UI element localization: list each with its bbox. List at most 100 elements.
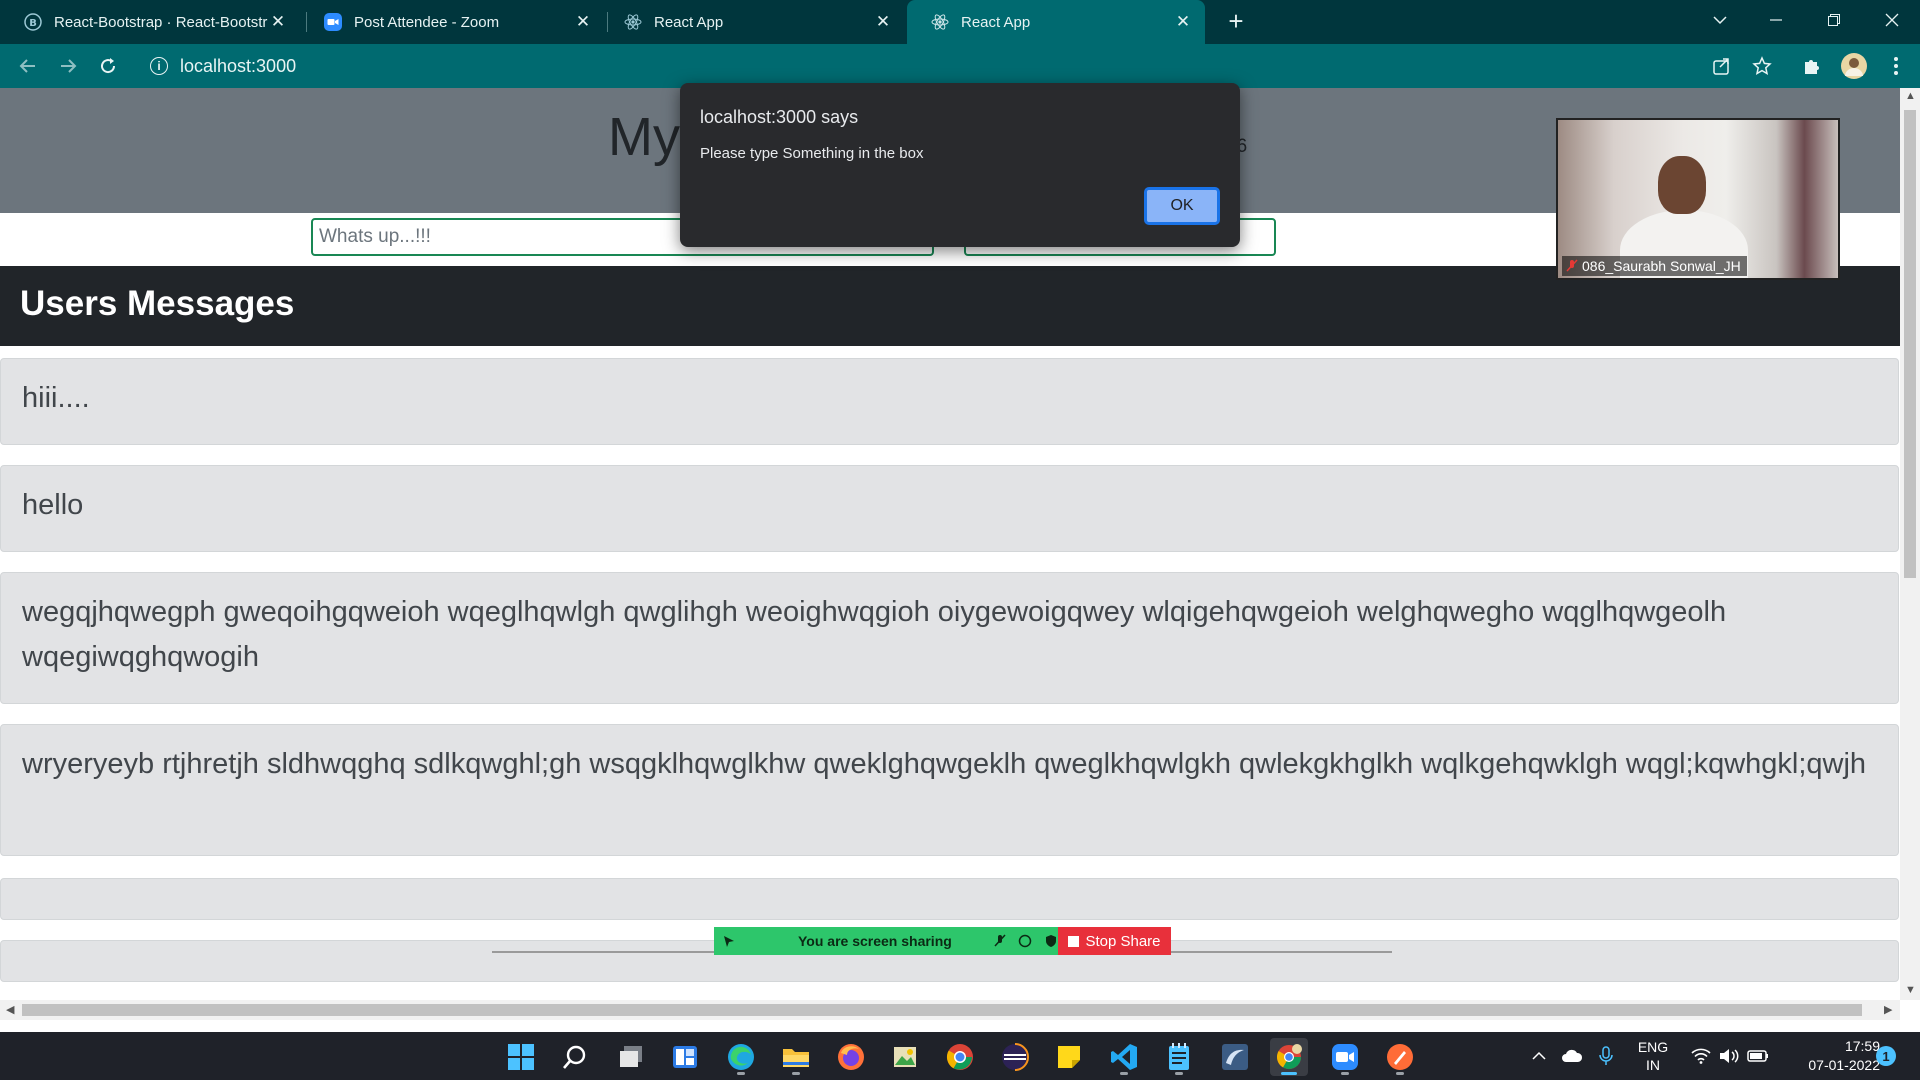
tab-title: React App: [654, 13, 724, 31]
reload-button[interactable]: [94, 52, 122, 80]
edge-icon[interactable]: [722, 1038, 760, 1076]
participant-head: [1658, 156, 1706, 214]
message-card: wegqjhqwegph gweqoihgqweioh wqeglhqwlgh …: [0, 572, 1899, 704]
scroll-up-arrow-icon[interactable]: ▲: [1905, 90, 1916, 102]
stop-share-label: Stop Share: [1085, 932, 1161, 950]
restore-button[interactable]: [1806, 0, 1862, 40]
zoom-icon: [324, 13, 342, 31]
tab-react-app-active[interactable]: React App ✕: [907, 0, 1205, 44]
message-card: [0, 878, 1899, 920]
url-text: localhost:3000: [180, 55, 297, 76]
message-card: hiii....: [0, 358, 1899, 445]
zoom-video-thumbnail[interactable]: 086_Saurabh Sonwal_JH: [1556, 118, 1840, 280]
battery-icon[interactable]: [1744, 1032, 1772, 1080]
participant-name: 086_Saurabh Sonwal_JH: [1582, 258, 1741, 274]
site-info-icon[interactable]: i: [150, 57, 168, 75]
file-explorer-icon[interactable]: [777, 1038, 815, 1076]
language-indicator[interactable]: ENG IN: [1626, 1032, 1680, 1080]
running-indicator: [1341, 1072, 1349, 1075]
alert-ok-button[interactable]: OK: [1144, 187, 1220, 225]
scroll-down-arrow-icon[interactable]: ▼: [1905, 984, 1916, 996]
svg-text:B: B: [29, 18, 37, 29]
tab-close-icon[interactable]: ✕: [873, 12, 893, 32]
close-window-button[interactable]: [1864, 0, 1920, 40]
tab-title: React-Bootstrap · React-Bootstrap: [54, 13, 268, 31]
eclipse-icon[interactable]: [996, 1038, 1034, 1076]
notification-count: 1: [1876, 1046, 1896, 1066]
react-icon: [931, 13, 949, 31]
drag-handle-icon[interactable]: [722, 934, 736, 948]
tab-react-bootstrap[interactable]: B React-Bootstrap · React-Bootstrap ✕: [0, 0, 300, 44]
users-messages-title: Users Messages: [20, 284, 295, 323]
share-status: You are screen sharing: [714, 927, 1058, 955]
image-editor-icon[interactable]: [886, 1038, 924, 1076]
vertical-scrollbar[interactable]: ▲ ▼: [1900, 88, 1920, 1000]
stop-icon: [1068, 935, 1080, 947]
shield-icon[interactable]: [1044, 934, 1058, 948]
share-icon[interactable]: [1710, 54, 1734, 78]
notepad-icon[interactable]: [1160, 1038, 1198, 1076]
language-code: ENG: [1637, 1039, 1669, 1055]
minimize-button[interactable]: [1748, 0, 1804, 40]
horizontal-scroll-thumb[interactable]: [22, 1004, 1862, 1016]
widgets-icon[interactable]: [666, 1038, 704, 1076]
vscode-icon[interactable]: [1105, 1038, 1143, 1076]
region-code: IN: [1646, 1057, 1660, 1073]
show-hidden-icons-chevron[interactable]: [1528, 1032, 1550, 1080]
new-tab-button[interactable]: +: [1222, 8, 1250, 36]
zoom-icon[interactable]: [1326, 1038, 1364, 1076]
participant-name-label: 086_Saurabh Sonwal_JH: [1562, 256, 1747, 276]
stop-share-button[interactable]: Stop Share: [1058, 927, 1171, 955]
mute-icon[interactable]: [994, 934, 1006, 948]
running-indicator: [1396, 1072, 1404, 1075]
screen-share-toolbar: You are screen sharing Stop Share: [714, 927, 1171, 955]
mysql-workbench-icon[interactable]: [1216, 1038, 1254, 1076]
windows-start-icon[interactable]: [502, 1038, 540, 1076]
clock-date: 07-01-2022: [1808, 1057, 1880, 1073]
microphone-icon[interactable]: [1594, 1032, 1618, 1080]
alert-dialog: localhost:3000 says Please type Somethin…: [680, 83, 1240, 247]
forward-button[interactable]: [54, 52, 82, 80]
back-button[interactable]: [14, 52, 42, 80]
page-title: My: [608, 107, 680, 167]
tab-search-chevron-icon[interactable]: [1692, 0, 1748, 40]
scroll-left-arrow-icon[interactable]: ◀: [6, 1003, 14, 1016]
tab-react-app-1[interactable]: React App ✕: [600, 0, 905, 44]
address-bar[interactable]: i localhost:3000: [140, 50, 1740, 82]
alert-title: localhost:3000 says: [700, 107, 859, 127]
chrome-profile-icon[interactable]: [1270, 1038, 1308, 1076]
bookmark-star-icon[interactable]: [1750, 54, 1774, 78]
task-view-icon[interactable]: [612, 1038, 650, 1076]
tab-close-icon[interactable]: ✕: [268, 12, 288, 32]
status-circle-icon[interactable]: [1018, 934, 1032, 948]
running-indicator: [792, 1072, 800, 1075]
bootstrap-icon: B: [24, 13, 42, 31]
running-indicator: [737, 1072, 745, 1075]
vertical-scroll-thumb[interactable]: [1904, 110, 1916, 578]
notification-badge[interactable]: 1: [1874, 1032, 1898, 1080]
scroll-right-arrow-icon[interactable]: ▶: [1884, 1003, 1892, 1016]
windows-taskbar: ENG IN 17:59 07-01-2022 1: [0, 1032, 1920, 1080]
clock[interactable]: 17:59 07-01-2022: [1780, 1032, 1880, 1080]
browser-menu-icon[interactable]: [1884, 54, 1908, 78]
running-indicator: [1120, 1072, 1128, 1075]
tab-close-icon[interactable]: ✕: [573, 12, 593, 32]
volume-icon[interactable]: [1716, 1032, 1742, 1080]
browser-toolbar: i localhost:3000: [0, 44, 1920, 88]
postman-icon[interactable]: [1381, 1038, 1419, 1076]
horizontal-scrollbar[interactable]: ◀ ▶: [0, 1000, 1900, 1020]
wifi-icon[interactable]: [1688, 1032, 1714, 1080]
search-icon[interactable]: [556, 1038, 594, 1076]
extensions-puzzle-icon[interactable]: [1800, 54, 1824, 78]
tab-zoom-post-attendee[interactable]: Post Attendee - Zoom ✕: [300, 0, 605, 44]
sticky-notes-icon[interactable]: [1050, 1038, 1088, 1076]
running-indicator: [1281, 1072, 1297, 1075]
profile-avatar[interactable]: [1840, 52, 1868, 80]
firefox-icon[interactable]: [832, 1038, 870, 1076]
running-indicator: [1175, 1072, 1183, 1075]
onedrive-cloud-icon[interactable]: [1558, 1032, 1586, 1080]
chrome-icon[interactable]: [941, 1038, 979, 1076]
tab-close-icon[interactable]: ✕: [1173, 12, 1193, 32]
react-icon: [624, 13, 642, 31]
message-card: wryeryeyb rtjhretjh sldhwqghq sdlkqwghl;…: [0, 724, 1899, 856]
